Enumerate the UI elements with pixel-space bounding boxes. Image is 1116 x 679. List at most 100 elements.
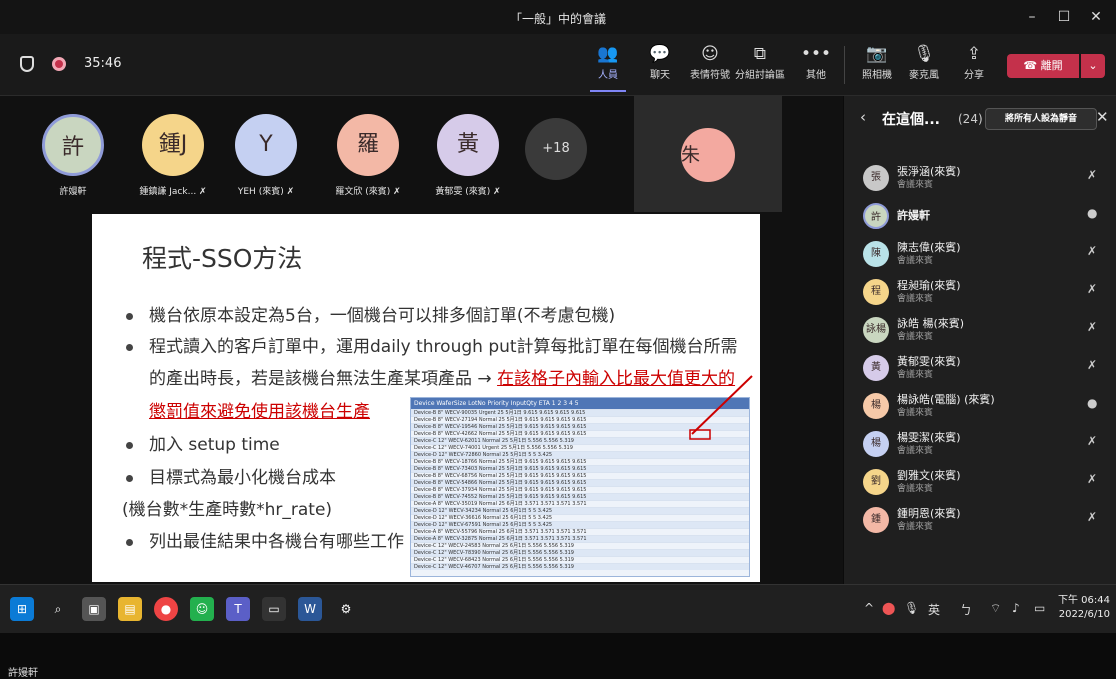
- mic-muted-icon: ✗: [196, 187, 207, 197]
- list-item[interactable]: 程程昶瑜(來賓) 會議來賓 ✗: [844, 272, 1116, 310]
- mic-off-icon[interactable]: ✗: [1087, 434, 1097, 448]
- participant-role: 會議來賓: [897, 256, 934, 266]
- participant-tile[interactable]: 黃黃郁雯 (來賓) ✗: [420, 106, 516, 206]
- tool-more-button[interactable]: ••• 其他: [796, 42, 836, 81]
- participant-count: (24): [958, 112, 983, 126]
- app-tray-icon[interactable]: ⬤: [882, 601, 895, 615]
- avatar: 程: [863, 279, 889, 305]
- list-item[interactable]: 黃黃郁雯(來賓) 會議來賓 ✗: [844, 348, 1116, 386]
- recording-icon: [52, 57, 66, 71]
- mic-muted-tray-icon[interactable]: 🎙: [904, 601, 919, 615]
- line-icon[interactable]: ☺: [190, 597, 214, 621]
- wifi-icon[interactable]: ⌔: [990, 601, 1001, 616]
- maximize-button[interactable]: ☐: [1050, 6, 1078, 28]
- mute-all-button[interactable]: 將所有人設為靜音: [985, 108, 1097, 130]
- search-icon[interactable]: ⌕: [46, 597, 70, 621]
- avatar: 許: [42, 114, 104, 176]
- mic-off-icon: 🎙: [913, 44, 935, 64]
- table-row: Device-A 8" WECV-55796 Normal 25 6月1日 3.…: [411, 528, 749, 535]
- battery-icon[interactable]: ▭: [1034, 601, 1045, 615]
- back-chevron-icon[interactable]: ‹: [860, 108, 866, 126]
- participant-tile[interactable]: 許許嫚軒: [25, 106, 121, 206]
- avatar: 黃: [437, 114, 499, 176]
- close-panel-icon[interactable]: ✕: [1096, 108, 1109, 126]
- file-explorer-icon[interactable]: ▤: [118, 597, 142, 621]
- meeting-timer: 35:46: [84, 56, 122, 71]
- task-view-icon[interactable]: ▣: [82, 597, 106, 621]
- tool-label: 其他: [806, 70, 826, 81]
- system-clock[interactable]: 下午 06:44 2022/6/10: [1058, 594, 1110, 622]
- chat-icon: 💬: [649, 44, 671, 64]
- tool-chat-button[interactable]: 💬 聊天: [640, 42, 680, 81]
- mic-off-icon[interactable]: ✗: [1087, 244, 1097, 258]
- tool-camera-off-button[interactable]: 📷 照相機: [857, 42, 897, 81]
- avatar: 許: [863, 203, 889, 229]
- start-icon[interactable]: ⊞: [10, 597, 34, 621]
- ime-indicator[interactable]: 英: [928, 601, 940, 618]
- avatar: 楊: [863, 431, 889, 457]
- teams-icon[interactable]: T: [226, 597, 250, 621]
- ime-mode-icon[interactable]: ㄅ: [960, 601, 972, 618]
- participants-panel: ‹ 在這個... (24) 將所有人設為靜音 ✕ 張張淨涵(來賓) 會議來賓 ✗ 許許…: [844, 96, 1116, 584]
- participant-tile[interactable]: Y YEH (來賓) ✗: [218, 106, 314, 206]
- avatar: 朱: [681, 128, 735, 182]
- more-participants-button[interactable]: +18: [525, 118, 587, 180]
- minimize-button[interactable]: –: [1018, 6, 1046, 28]
- leave-options-chevron-icon[interactable]: ⌄: [1081, 54, 1105, 78]
- mic-on-icon[interactable]: ●: [1087, 396, 1097, 410]
- table-row: Device-B 8" WECV-54866 Normal 25 5月1日 9.…: [411, 479, 749, 486]
- meeting-toolbar: 35:46 👥 人員 💬 聊天 ☺ 表情符號 ⧉ 分組討論區 ••• 其他 📷 照相機 🎙 麥克風 ⇪ 分享 …: [0, 34, 1116, 96]
- title-bar: 「一般」中的會議 – ☐ ✕: [0, 0, 1116, 34]
- participant-tile[interactable]: 羅羅文欣 (來賓) ✗: [320, 106, 416, 206]
- tool-share-button[interactable]: ⇪ 分享: [954, 42, 994, 81]
- mic-off-icon[interactable]: ✗: [1087, 282, 1097, 296]
- list-item[interactable]: 楊楊詠皓(電腦) (來賓) 會議來賓 ●: [844, 386, 1116, 424]
- tool-label: 分組討論區: [735, 70, 785, 81]
- mic-off-icon[interactable]: ✗: [1087, 168, 1097, 182]
- list-item[interactable]: 楊楊雯潔(來賓) 會議來賓 ✗: [844, 424, 1116, 462]
- tool-breakout-rooms-button[interactable]: ⧉ 分組討論區: [730, 42, 790, 81]
- people-icon: 👥: [597, 44, 619, 64]
- bullet-2-red: 懲罰值來避免使用該機台生產: [149, 402, 370, 422]
- mic-off-icon[interactable]: ✗: [1087, 320, 1097, 334]
- table-row: Device-C 12" WECV-78390 Normal 25 6月1日 5…: [411, 549, 749, 556]
- list-item[interactable]: 張張淨涵(來賓) 會議來賓 ✗: [844, 158, 1116, 196]
- mic-off-icon[interactable]: ✗: [1087, 510, 1097, 524]
- tool-reactions-button[interactable]: ☺ 表情符號: [690, 42, 730, 81]
- avatar: Y: [235, 114, 297, 176]
- shield-icon[interactable]: [20, 56, 34, 72]
- word-icon[interactable]: W: [298, 597, 322, 621]
- mic-off-icon[interactable]: ✗: [1087, 472, 1097, 486]
- leave-button[interactable]: ☎ 離開: [1007, 54, 1079, 78]
- tool-people-button[interactable]: 👥 人員: [588, 42, 628, 92]
- list-item[interactable]: 許許嫚軒 ●: [844, 196, 1116, 234]
- list-item[interactable]: 詠楊 詠皓 楊(來賓) 會議來賓 ✗: [844, 310, 1116, 348]
- close-window-button[interactable]: ✕: [1082, 6, 1110, 28]
- panel-title: 在這個...: [882, 112, 940, 128]
- terminal-icon[interactable]: ▭: [262, 597, 286, 621]
- list-item[interactable]: 鍾鍾明恩(來賓) 會議來賓 ✗: [844, 500, 1116, 538]
- chevron-up-icon[interactable]: ^: [864, 601, 874, 615]
- tool-mic-off-button[interactable]: 🎙 麥克風: [904, 42, 944, 81]
- bullet-1: 機台依原本設定為5台，一個機台可以排多個訂單(不考慮包機): [126, 301, 615, 326]
- mic-off-icon[interactable]: ✗: [1087, 358, 1097, 372]
- avatar: 張: [863, 165, 889, 191]
- shared-slide: 程式-SSO方法 機台依原本設定為5台，一個機台可以排多個訂單(不考慮包機) 程…: [92, 214, 760, 582]
- more-icon: •••: [800, 44, 832, 64]
- annotation-arrow: [689, 375, 753, 440]
- bullet-2-cont: 的產出時長，若是該機台無法生產某項產品 → 在該格子內輸入比最大值更大的: [149, 369, 736, 389]
- chrome-icon[interactable]: ●: [154, 597, 178, 621]
- list-item[interactable]: 劉劉雅文(來賓) 會議來賓 ✗: [844, 462, 1116, 500]
- settings-gear-icon[interactable]: ⚙: [334, 597, 358, 621]
- participant-tile[interactable]: 鍾J 鍾鎮謙 Jack... ✗: [125, 106, 221, 206]
- volume-icon[interactable]: ♪: [1012, 601, 1020, 615]
- bullet-3: 加入 setup time: [126, 430, 280, 455]
- participant-name: 許嫚軒: [59, 187, 87, 197]
- table-row: Device-B 8" WECV-74552 Normal 25 5月1日 9.…: [411, 493, 749, 500]
- list-item[interactable]: 陳陳志偉(來賓) 會議來賓 ✗: [844, 234, 1116, 272]
- table-row: Device-D 12" WECV-67591 Normal 25 6月1日 5…: [411, 521, 749, 528]
- participant-name: 黃郁雯 (來賓) ✗: [435, 187, 501, 197]
- mic-on-icon[interactable]: ●: [1087, 206, 1097, 220]
- avatar: 陳: [863, 241, 889, 267]
- video-tile: 朱: [634, 96, 782, 212]
